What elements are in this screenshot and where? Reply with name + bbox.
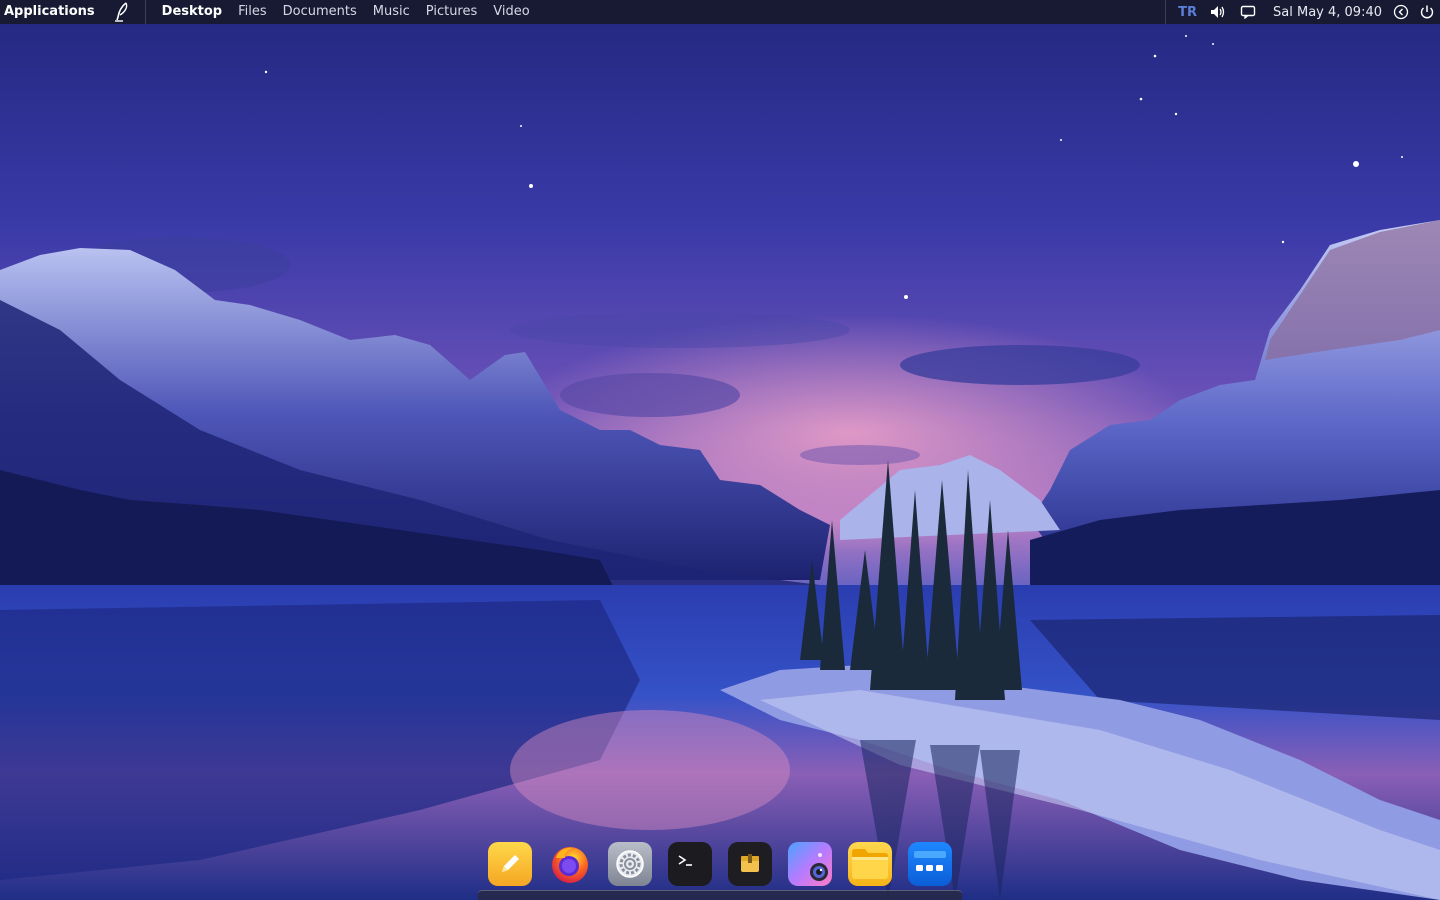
applications-menu-button[interactable]: Applications xyxy=(0,0,99,24)
terminal-icon xyxy=(675,849,705,879)
folder-icon xyxy=(850,846,890,882)
place-desktop[interactable]: Desktop xyxy=(154,0,230,24)
dock-screenshot[interactable] xyxy=(788,842,832,886)
pencil-icon xyxy=(497,851,523,877)
dock-background xyxy=(478,890,962,900)
notification-icon[interactable] xyxy=(1237,0,1259,24)
archive-icon xyxy=(736,850,764,878)
volume-icon[interactable] xyxy=(1207,0,1229,24)
dock-firefox[interactable] xyxy=(548,842,592,886)
panel-right: TR Sal May 4, 09:40 xyxy=(1165,0,1440,24)
place-video[interactable]: Video xyxy=(485,0,537,24)
dock-file-manager[interactable] xyxy=(848,842,892,886)
dock-terminal[interactable] xyxy=(668,842,712,886)
place-documents[interactable]: Documents xyxy=(275,0,365,24)
dock xyxy=(478,838,962,900)
top-panel: Applications Desktop Files Documents Mus… xyxy=(0,0,1440,24)
wallpaper xyxy=(0,0,1440,900)
dock-settings[interactable] xyxy=(608,842,652,886)
dock-text-editor[interactable] xyxy=(488,842,532,886)
place-pictures[interactable]: Pictures xyxy=(418,0,485,24)
panel-separator xyxy=(144,0,146,24)
clock[interactable]: Sal May 4, 09:40 xyxy=(1273,5,1382,20)
place-music[interactable]: Music xyxy=(365,0,418,24)
app-grid-icon xyxy=(913,850,947,878)
power-icon[interactable] xyxy=(1416,0,1438,24)
panel-left: Applications Desktop Files Documents Mus… xyxy=(0,0,538,24)
quill-icon[interactable] xyxy=(109,0,135,24)
firefox-icon xyxy=(548,842,592,886)
gear-icon xyxy=(614,848,646,880)
panel-separator xyxy=(1165,0,1167,24)
place-files[interactable]: Files xyxy=(230,0,275,24)
camera-icon xyxy=(790,844,830,884)
logout-icon[interactable] xyxy=(1390,0,1412,24)
keyboard-layout-indicator[interactable]: TR xyxy=(1178,5,1197,20)
desktop[interactable]: Applications Desktop Files Documents Mus… xyxy=(0,0,1440,900)
dock-app-grid[interactable] xyxy=(908,842,952,886)
dock-archive-manager[interactable] xyxy=(728,842,772,886)
